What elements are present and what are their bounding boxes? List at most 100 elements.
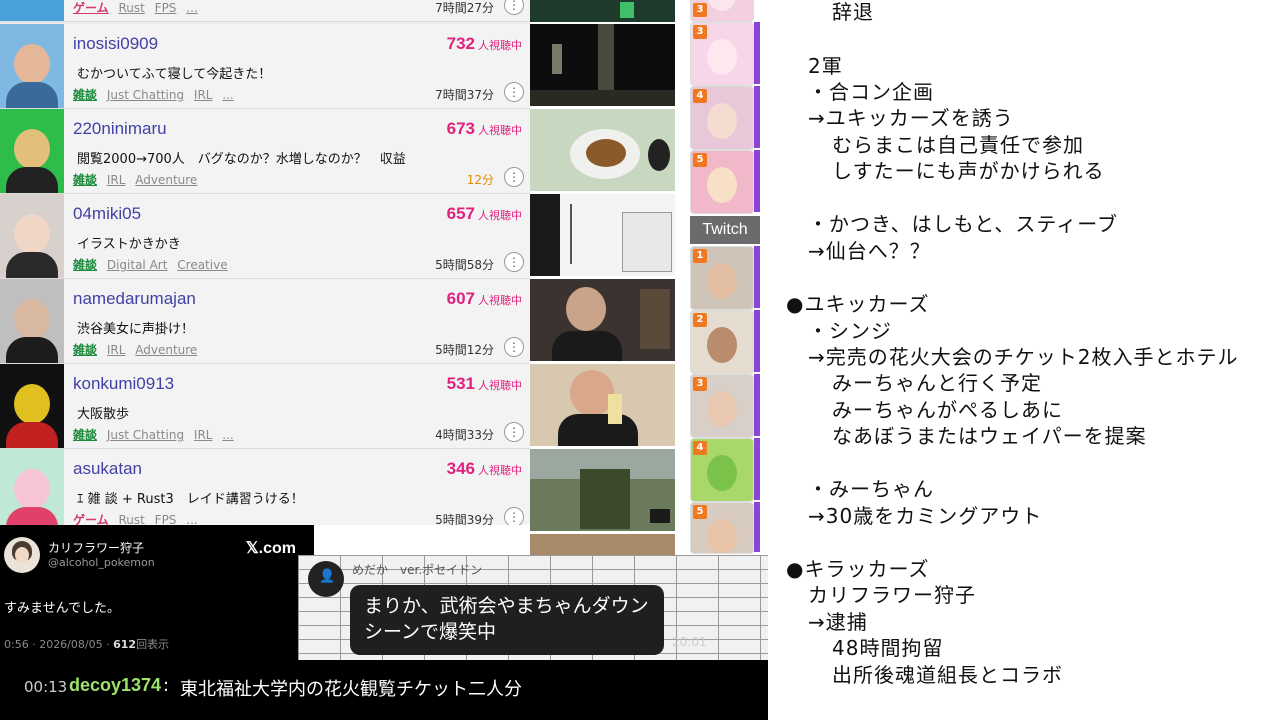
tag[interactable]: Rust [118, 1, 144, 15]
tag[interactable]: FPS [155, 1, 177, 15]
stream-thumbnail[interactable] [530, 534, 675, 555]
viewer-count: 531 人視聴中 [447, 374, 522, 394]
chat-user-avatar-icon: 👤 [308, 561, 344, 597]
stream-thumbnail[interactable] [530, 109, 675, 191]
stream-row[interactable]: 04miki05 657 人視聴中 イラストかきかき 雑談 Digital Art… [0, 194, 530, 279]
more-options-icon[interactable]: ⋮ [504, 252, 524, 272]
more-options-icon[interactable]: ⋮ [504, 507, 524, 525]
more-options-icon[interactable]: ⋮ [504, 422, 524, 442]
tag[interactable]: Rust [118, 513, 144, 525]
ranking-item[interactable]: 2 [690, 310, 754, 374]
tag[interactable]: IRL [107, 343, 126, 357]
ranking-item[interactable]: 3 [690, 374, 754, 438]
stream-title[interactable]: 渋谷美女に声掛け！ [77, 318, 194, 337]
stream-title[interactable]: 大阪散歩 [77, 403, 129, 422]
viewer-label: 人視聴中 [478, 464, 522, 477]
viewer-count: 673 人視聴中 [447, 119, 522, 139]
category-tag[interactable]: 雑談 [73, 428, 97, 442]
stream-thumbnail[interactable] [530, 24, 675, 106]
tag[interactable]: Adventure [135, 173, 197, 187]
note-line: 出所後魂道組長とコラボ [832, 663, 1063, 687]
streamer-avatar[interactable] [0, 449, 64, 525]
viewer-number: 673 [446, 119, 475, 138]
category-tag[interactable]: ゲーム [73, 513, 109, 525]
tag-more[interactable]: ... [222, 88, 233, 102]
tweet-avatar[interactable] [4, 537, 40, 573]
streamer-avatar[interactable] [0, 194, 64, 278]
note-line: ●キラッカーズ [786, 557, 930, 581]
stream-row[interactable]: 220ninimaru 673 人視聴中 閲覧2000→700人 バグなのか？水増… [0, 109, 530, 194]
tag-more[interactable]: ... [222, 428, 233, 442]
stream-row[interactable]: namedarumajan 607 人視聴中 渋谷美女に声掛け！ 雑談 IRL A… [0, 279, 530, 364]
category-tag[interactable]: 雑談 [73, 88, 97, 102]
tweet-view-label: 回表示 [136, 638, 170, 651]
streamer-avatar[interactable] [0, 279, 64, 363]
category-tag[interactable]: 雑談 [73, 173, 97, 187]
streamer-avatar[interactable] [0, 24, 64, 108]
note-line: みーちゃんがぺるしあに [832, 398, 1063, 422]
streamer-avatar[interactable] [0, 109, 64, 193]
stream-row[interactable]: asukatan 346 人視聴中 ｴ 雑 談 + Rust3 レイド講習うける！… [0, 449, 530, 525]
stream-thumbnail[interactable] [530, 0, 675, 22]
streamer-name[interactable]: asukatan [73, 459, 142, 479]
ranking-item[interactable]: 5 [690, 150, 754, 214]
category-tag[interactable]: 雑談 [73, 343, 97, 357]
ranking-item[interactable]: 4 [690, 438, 754, 502]
rank-number: 3 [693, 377, 707, 391]
viewer-count: 732 人視聴中 [447, 34, 522, 54]
streamer-name[interactable]: namedarumajan [73, 289, 196, 309]
stream-thumbnail[interactable] [530, 279, 675, 361]
tag-more[interactable]: ... [186, 1, 197, 15]
tweet-author-handle[interactable]: @alcohol_pokemon [48, 556, 155, 569]
tag[interactable]: FPS [155, 513, 177, 525]
tag[interactable]: Just Chatting [107, 428, 184, 442]
stream-tags: 雑談 IRL Adventure [73, 171, 203, 188]
tweet-author-name[interactable]: カリフラワー狩子 [48, 539, 144, 556]
category-tag[interactable]: 雑談 [73, 258, 97, 272]
note-line: →完売の花火大会のチケット2枚入手とホテル [808, 345, 1239, 369]
streamer-avatar[interactable] [0, 364, 64, 448]
streamer-name[interactable]: konkumi0913 [73, 374, 174, 394]
tag[interactable]: IRL [194, 88, 213, 102]
more-options-icon[interactable]: ⋮ [504, 167, 524, 187]
chat-overlay: 👤 めだか ver.ポセイドン まりか、武術会やまちゃんダウンシーンで爆笑中 2… [298, 555, 768, 660]
streamer-avatar[interactable] [0, 0, 64, 21]
more-options-icon[interactable]: ⋮ [504, 0, 524, 15]
stream-title[interactable]: イラストかきかき [77, 233, 181, 252]
note-line: 2軍 [808, 54, 843, 78]
stream-title[interactable]: 閲覧2000→700人 バグなのか？水増しなのか？ 収益 [77, 148, 406, 167]
stream-duration: 12分 [466, 173, 494, 187]
streamer-name[interactable]: 04miki05 [73, 204, 141, 224]
tag[interactable]: Creative [177, 258, 227, 272]
tag-more[interactable]: ... [186, 513, 197, 525]
tag[interactable]: Adventure [135, 343, 197, 357]
note-line: →逮捕 [808, 610, 868, 634]
tag[interactable]: Digital Art [107, 258, 168, 272]
streamer-name[interactable]: 220ninimaru [73, 119, 167, 139]
stream-row[interactable]: ゲーム Rust FPS ... 7時間27分 ⋮ [0, 0, 530, 22]
stream-thumbnail[interactable] [530, 449, 675, 531]
more-options-icon[interactable]: ⋮ [504, 337, 524, 357]
ranking-item[interactable]: 5 [690, 502, 754, 554]
stream-row[interactable]: konkumi0913 531 人視聴中 大阪散歩 雑談 Just Chattin… [0, 364, 530, 449]
stream-title[interactable]: むかついてふて寝して今起きた！ [77, 63, 271, 82]
note-line: →仙台へ？？ [808, 239, 931, 263]
category-tag[interactable]: ゲーム [73, 1, 109, 15]
stream-row[interactable]: inosisi0909 732 人視聴中 むかついてふて寝して今起きた！ 雑談 J… [0, 24, 530, 109]
stream-thumbnail[interactable] [530, 194, 675, 276]
stream-tags: 雑談 Just Chatting IRL ... [73, 426, 240, 443]
streamer-name[interactable]: inosisi0909 [73, 34, 158, 54]
ranking-item[interactable]: 3 [690, 0, 754, 22]
ranking-item[interactable]: 3 [690, 22, 754, 86]
stream-title[interactable]: ｴ 雑 談 + Rust3 レイド講習うける！ [77, 488, 304, 507]
ranking-item[interactable]: 1 [690, 246, 754, 310]
tag[interactable]: IRL [107, 173, 126, 187]
note-line: カリフラワー狩子 [808, 583, 976, 607]
tweet-card[interactable]: カリフラワー狩子 @alcohol_pokemon 𝕏.com すみませんでした… [0, 525, 314, 660]
viewer-label: 人視聴中 [478, 124, 522, 137]
ranking-item[interactable]: 4 [690, 86, 754, 150]
tag[interactable]: IRL [194, 428, 213, 442]
more-options-icon[interactable]: ⋮ [504, 82, 524, 102]
stream-thumbnail[interactable] [530, 364, 675, 446]
tag[interactable]: Just Chatting [107, 88, 184, 102]
